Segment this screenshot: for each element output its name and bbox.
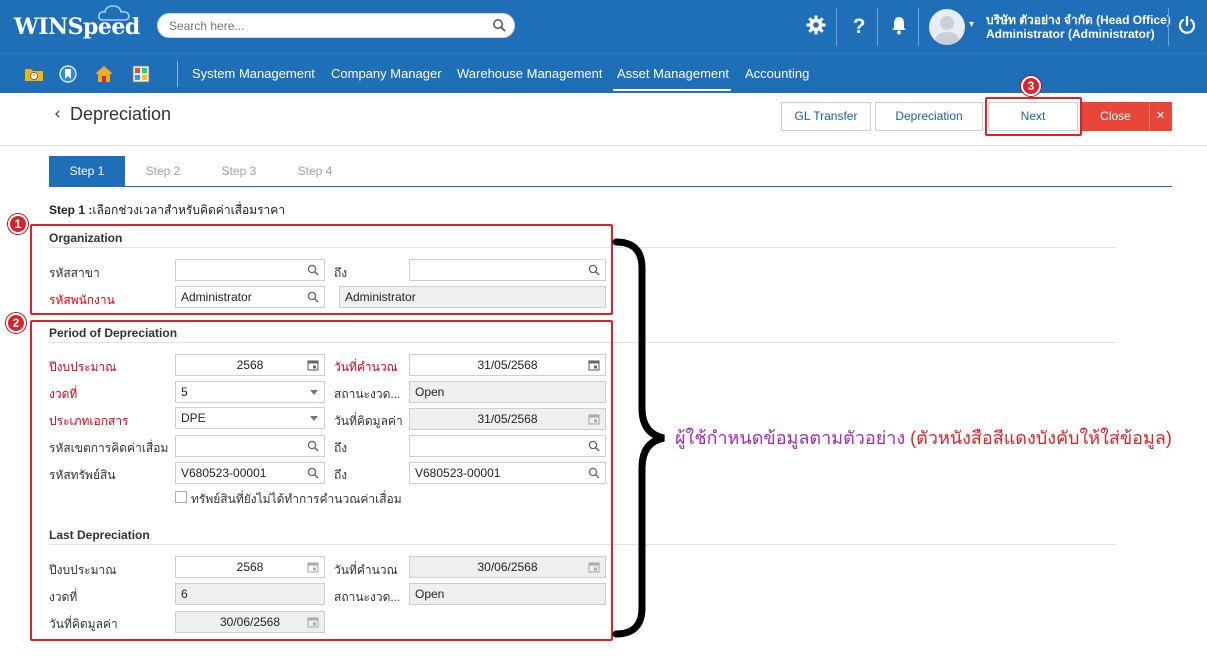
page-title: Depreciation (70, 104, 172, 124)
menu-company-manager[interactable]: Company Manager (331, 66, 442, 81)
header-divider (877, 8, 878, 46)
search-icon[interactable] (492, 18, 507, 33)
annotation-badge-3: 3 (1021, 76, 1041, 96)
annotation-box-organization (30, 224, 613, 315)
tab-step-1[interactable]: Step 1 (49, 156, 125, 186)
app-logo[interactable]: WINSpeed (14, 14, 140, 40)
header-divider (836, 8, 837, 46)
menu-active-indicator (613, 89, 731, 91)
annotation-badge-2: 2 (6, 313, 26, 333)
svg-text:?: ? (853, 15, 866, 36)
header-divider-line (0, 145, 1207, 146)
search-input[interactable] (158, 14, 478, 37)
bookmark-icon[interactable] (58, 64, 78, 84)
menu-warehouse-management[interactable]: Warehouse Management (457, 66, 603, 81)
annotation-note-required: (ตัวหนังสือสีแดงบังคับให้ใส่ข้อมูล) (910, 428, 1172, 448)
user-avatar-icon (934, 16, 960, 45)
tab-step-3[interactable]: Step 3 (201, 156, 277, 186)
tab-step-4[interactable]: Step 4 (277, 156, 353, 186)
menu-accounting[interactable]: Accounting (745, 66, 809, 81)
annotation-box-next (985, 97, 1082, 136)
dashboard-icon[interactable] (131, 64, 151, 84)
bell-icon[interactable] (888, 14, 910, 36)
header-divider (1168, 8, 1169, 46)
header-divider (918, 8, 919, 46)
annotation-note-main: ผู้ใช้กำหนดข้อมูลตามตัวอย่าง (675, 428, 911, 448)
tab-step-2[interactable]: Step 2 (125, 156, 201, 186)
annotation-box-period (30, 320, 613, 641)
top-header: WINSpeed ? ▾ บริษัท ตัวอย่าง จำกัด (He (0, 0, 1207, 53)
power-icon[interactable] (1177, 15, 1197, 35)
menu-system-management[interactable]: System Management (192, 66, 315, 81)
search-box[interactable] (157, 13, 515, 38)
help-icon[interactable]: ? (848, 14, 870, 36)
folder-clock-icon[interactable] (24, 64, 44, 84)
gl-transfer-button[interactable]: GL Transfer (781, 102, 871, 131)
user-name: Administrator (Administrator) (986, 27, 1155, 41)
step-description: Step 1 :เลือกช่วงเวลาสำหรับคิดค่าเสื่อมร… (49, 201, 285, 220)
depreciation-button[interactable]: Depreciation (875, 102, 983, 131)
step-description-label: Step 1 : (49, 203, 93, 217)
annotation-badge-1: 1 (8, 214, 28, 234)
steps-underline (49, 186, 1172, 187)
gear-icon[interactable] (805, 14, 827, 36)
close-x-button[interactable]: ✕ (1149, 102, 1172, 131)
back-icon[interactable]: ‹ (54, 104, 61, 124)
menu-divider (177, 61, 178, 87)
home-icon[interactable] (94, 64, 114, 84)
step-description-text: เลือกช่วงเวลาสำหรับคิดค่าเสื่อมราคา (92, 203, 286, 217)
annotation-note: ผู้ใช้กำหนดข้อมูลตามตัวอย่าง (ตัวหนังสือ… (675, 423, 1172, 452)
chevron-down-icon[interactable]: ▾ (969, 19, 974, 30)
avatar[interactable] (929, 9, 965, 45)
close-button[interactable]: Close (1082, 102, 1149, 131)
curly-brace-icon (612, 238, 665, 638)
menu-asset-management[interactable]: Asset Management (617, 66, 729, 81)
